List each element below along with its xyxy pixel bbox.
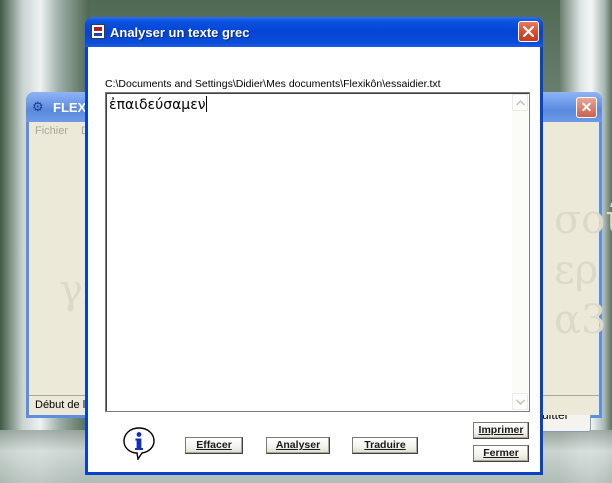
analyse-dialog[interactable]: Analyser un texte grec C:\Documents and … bbox=[85, 17, 543, 475]
decor-greek-text: σοῦ bbox=[554, 197, 612, 243]
close-icon bbox=[523, 26, 534, 37]
imprimer-button[interactable]: Imprimer bbox=[473, 422, 529, 439]
app-icon: ⚙ bbox=[32, 99, 44, 114]
decor-greek-text: ερ bbox=[554, 247, 599, 293]
status-text: Début de l' bbox=[35, 399, 88, 411]
greek-text-area[interactable]: ἐπαιδεύσαμεν bbox=[105, 92, 530, 412]
decor-greek-text: α3 bbox=[554, 297, 607, 343]
fermer-button[interactable]: Fermer bbox=[473, 445, 529, 462]
effacer-button[interactable]: Effacer bbox=[185, 437, 243, 454]
info-bubble-icon bbox=[123, 427, 155, 461]
dialog-titlebar[interactable]: Analyser un texte grec bbox=[85, 17, 543, 47]
document-icon bbox=[91, 24, 105, 39]
analyser-button[interactable]: Analyser bbox=[266, 437, 330, 454]
file-path-label: C:\Documents and Settings\Didier\Mes doc… bbox=[105, 78, 441, 90]
menu-item-fichier[interactable]: Fichier bbox=[35, 125, 68, 137]
vertical-scrollbar[interactable] bbox=[512, 94, 528, 410]
close-button[interactable] bbox=[518, 21, 539, 42]
scroll-up-button[interactable] bbox=[512, 94, 528, 111]
background-close-button[interactable]: ✕ bbox=[576, 97, 597, 118]
greek-text: ἐπαιδεύσαμεν bbox=[109, 97, 206, 113]
text-area-content: ἐπαιδεύσαμεν bbox=[109, 96, 509, 113]
text-caret bbox=[205, 96, 207, 112]
info-icon[interactable] bbox=[122, 426, 156, 461]
chevron-up-icon bbox=[516, 100, 525, 106]
traduire-button[interactable]: Traduire bbox=[352, 437, 418, 454]
scroll-down-button[interactable] bbox=[512, 393, 528, 410]
dialog-title: Analyser un texte grec bbox=[110, 25, 250, 40]
chevron-down-icon bbox=[516, 399, 525, 405]
